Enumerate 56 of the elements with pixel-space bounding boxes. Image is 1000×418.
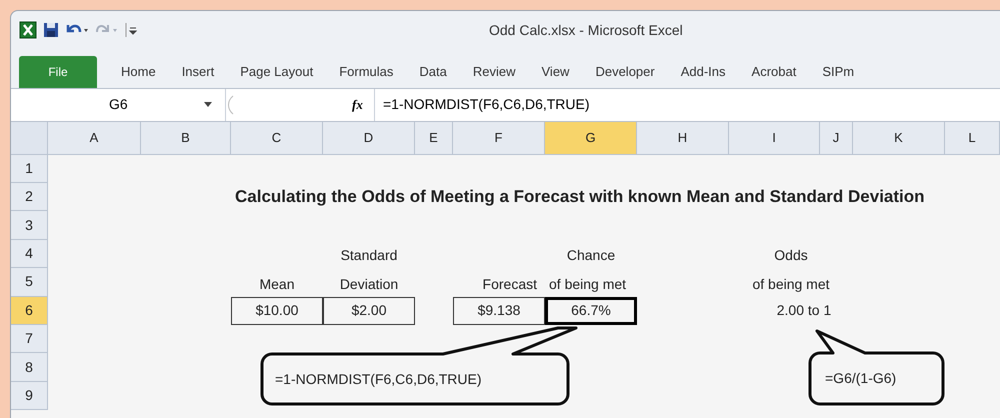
column-label: of being met [751, 274, 831, 294]
column-header[interactable]: A [48, 122, 141, 155]
dropdown-caret-icon[interactable] [204, 102, 212, 108]
row-header[interactable]: 2 [11, 183, 48, 212]
row-header[interactable]: 8 [11, 353, 48, 382]
customize-toolbar-icon[interactable] [125, 22, 137, 38]
row-header[interactable]: 6 [11, 296, 48, 325]
value-cell-text: 2.00 to 1 [776, 301, 832, 320]
value-cell[interactable]: $10.00 [231, 296, 323, 325]
ribbon-tab[interactable]: Developer [593, 56, 657, 88]
ribbon-tab[interactable]: Insert [180, 56, 216, 88]
column-label: of being met [548, 274, 628, 294]
column-label: Odds [773, 246, 809, 266]
column-header[interactable]: D [323, 122, 415, 155]
value-cell[interactable]: $9.138 [453, 296, 545, 325]
column-header[interactable]: H [637, 122, 729, 155]
callout-text: =G6/(1-G6) [825, 369, 896, 388]
ribbon-tab[interactable]: Formulas [337, 56, 396, 88]
column-header[interactable]: J [820, 122, 853, 155]
excel-logo-icon[interactable] [19, 20, 37, 39]
value-cell[interactable]: $2.00 [323, 296, 415, 325]
column-header[interactable]: K [853, 122, 945, 155]
formula-input[interactable]: =1-NORMDIST(F6,C6,D6,TRUE) [374, 89, 1000, 121]
ribbon-tab[interactable]: Review [470, 56, 518, 88]
column-label: Forecast [482, 274, 538, 294]
column-header[interactable]: E [415, 122, 453, 155]
column-header[interactable]: I [729, 122, 820, 155]
ribbon-tab[interactable]: Home [119, 56, 158, 88]
column-header[interactable]: L [945, 122, 1000, 155]
sheet-title: Calculating the Odds of Meeting a Forecast with known Mean and Standard Deviation [234, 186, 926, 208]
row-header[interactable]: 7 [11, 325, 48, 354]
ribbon-tab[interactable]: SIPm [820, 56, 856, 88]
column-header[interactable]: F [453, 122, 545, 155]
row-header[interactable]: 5 [11, 268, 48, 297]
column-label: Chance [566, 246, 616, 266]
window-title: Odd Calc.xlsx - Microsoft Excel [489, 21, 683, 40]
save-icon[interactable] [43, 22, 59, 38]
column-header[interactable]: G [545, 122, 637, 155]
file-tab[interactable]: File [19, 56, 97, 88]
ribbon-tab[interactable]: Acrobat [750, 56, 798, 88]
ribbon-tab[interactable]: Add-Ins [678, 56, 728, 88]
ribbon-tab[interactable]: Page Layout [238, 56, 316, 88]
row-header[interactable]: 9 [11, 382, 48, 410]
row-header[interactable]: 3 [11, 211, 48, 240]
column-header[interactable]: B [141, 122, 231, 155]
ribbon-tab[interactable]: Data [417, 56, 449, 88]
ribbon-tab[interactable]: View [540, 56, 572, 88]
row-header[interactable]: 1 [11, 154, 48, 184]
insert-function-button[interactable]: fx [352, 95, 370, 115]
column-label: Deviation [338, 274, 400, 294]
row-header[interactable]: 4 [11, 240, 48, 268]
value-cell[interactable]: 66.7% [545, 296, 637, 325]
callout-text: =1-NORMDIST(F6,C6,D6,TRUE) [275, 370, 482, 389]
column-label: Standard [340, 246, 398, 266]
column-header[interactable]: C [231, 122, 323, 155]
column-label: Mean [258, 274, 296, 294]
